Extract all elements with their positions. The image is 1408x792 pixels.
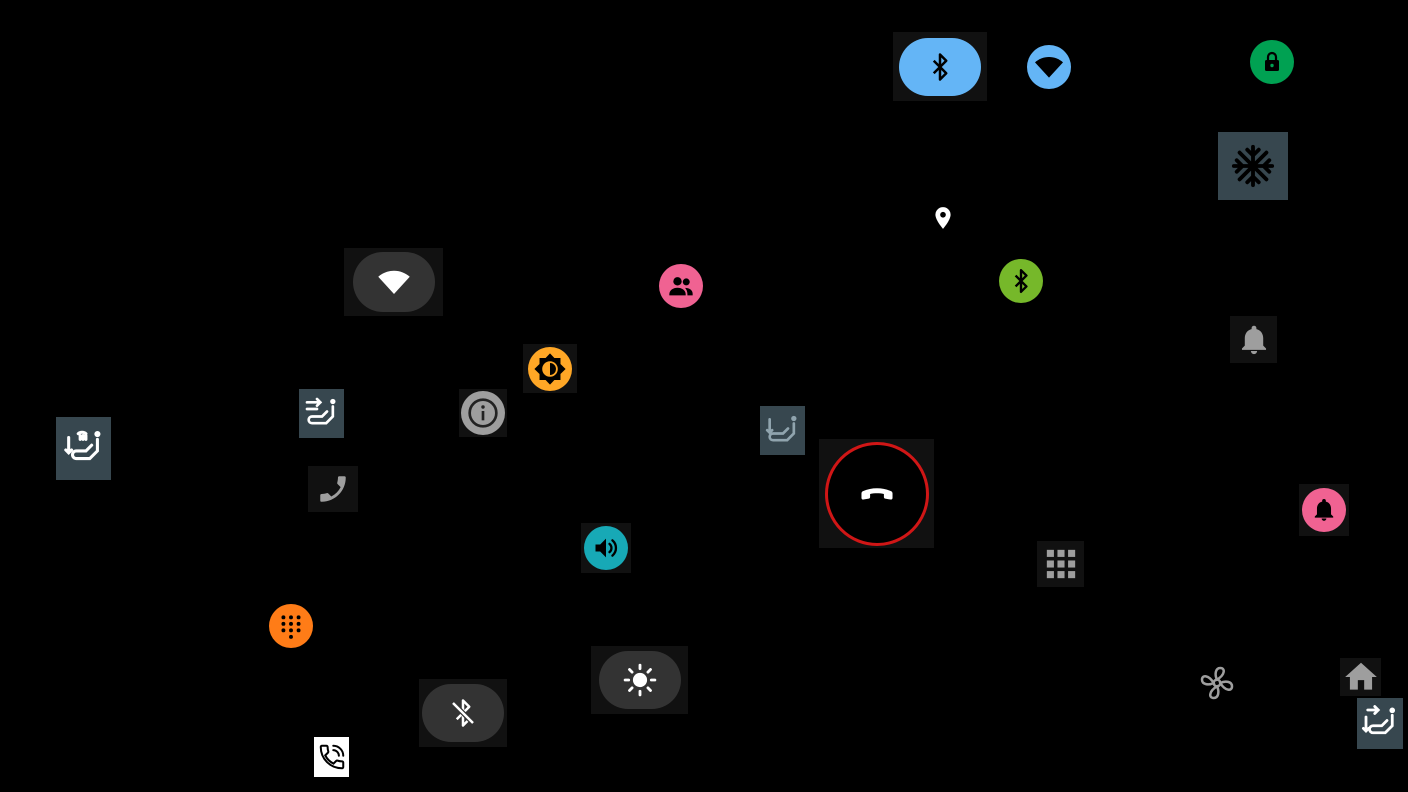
- seat-airflow-rear-button[interactable]: [1357, 698, 1403, 749]
- phone-in-talk-button[interactable]: [314, 737, 349, 777]
- brightness-icon: [534, 352, 566, 385]
- bluetooth-icon: [932, 52, 948, 81]
- app-grid-button[interactable]: [1037, 541, 1084, 587]
- seat-airflow-icon: [305, 397, 335, 424]
- seat-recline-button[interactable]: [760, 406, 805, 455]
- volume-icon: [595, 538, 618, 558]
- bell-icon: [1314, 499, 1334, 521]
- brightness-auto-button[interactable]: [523, 344, 577, 393]
- fan-button[interactable]: [1193, 658, 1240, 708]
- volume-badge: [584, 526, 628, 570]
- bluetooth-off-icon: [451, 699, 475, 727]
- lock-button[interactable]: [1250, 40, 1294, 84]
- bluetooth-pill: [899, 37, 981, 96]
- end-call-icon: [860, 487, 893, 500]
- wifi-pill: [352, 252, 435, 312]
- ac-toggle-button[interactable]: [1218, 132, 1288, 200]
- seat-heat-button[interactable]: [56, 417, 111, 480]
- bell-icon: [1241, 325, 1266, 354]
- end-call-ring: [824, 441, 929, 546]
- phone-in-talk-icon: [319, 744, 344, 770]
- wifi-icon: [1035, 57, 1063, 78]
- bluetooth-badge-button[interactable]: [999, 259, 1043, 303]
- bluetooth-off-pill: [422, 684, 504, 742]
- dialpad-icon: [1046, 549, 1075, 579]
- display-brightness-button[interactable]: [591, 646, 688, 714]
- info-icon: [468, 398, 498, 428]
- notification-badge: [1302, 488, 1346, 532]
- fan-icon: [1200, 666, 1233, 700]
- volume-button[interactable]: [581, 523, 631, 573]
- phone-button[interactable]: [308, 466, 358, 512]
- bluetooth-toggle-button[interactable]: [893, 32, 987, 101]
- phone-icon: [320, 476, 346, 502]
- home-icon: [1344, 662, 1377, 690]
- snowflake-icon: [1231, 144, 1275, 188]
- dialpad-button[interactable]: [269, 604, 313, 648]
- bluetooth-icon: [1014, 268, 1028, 294]
- dialpad-icon: [281, 615, 301, 639]
- seat-heat-icon: [63, 430, 100, 460]
- sun-icon: [623, 663, 656, 697]
- info-badge: [461, 391, 505, 435]
- contacts-icon: [669, 277, 693, 296]
- seat-airflow-button[interactable]: [299, 389, 344, 438]
- lock-icon: [1265, 51, 1279, 71]
- brightness-badge: [528, 346, 572, 391]
- location-button[interactable]: [926, 199, 960, 237]
- bluetooth-off-button[interactable]: [419, 679, 507, 747]
- wifi-icon: [377, 270, 410, 294]
- wifi-toggle-button[interactable]: [344, 248, 443, 316]
- brightness-pill: [598, 651, 681, 709]
- seat-recline-icon: [765, 415, 796, 441]
- wifi-badge-button[interactable]: [1027, 45, 1071, 89]
- end-call-button[interactable]: [819, 439, 934, 548]
- seat-airflow-icon: [1361, 704, 1396, 734]
- location-pin-icon: [935, 207, 951, 229]
- contacts-button[interactable]: [659, 264, 703, 308]
- info-button[interactable]: [459, 389, 507, 437]
- notifications-button[interactable]: [1230, 316, 1277, 363]
- home-button[interactable]: [1340, 658, 1381, 696]
- notification-badge-button[interactable]: [1299, 484, 1349, 536]
